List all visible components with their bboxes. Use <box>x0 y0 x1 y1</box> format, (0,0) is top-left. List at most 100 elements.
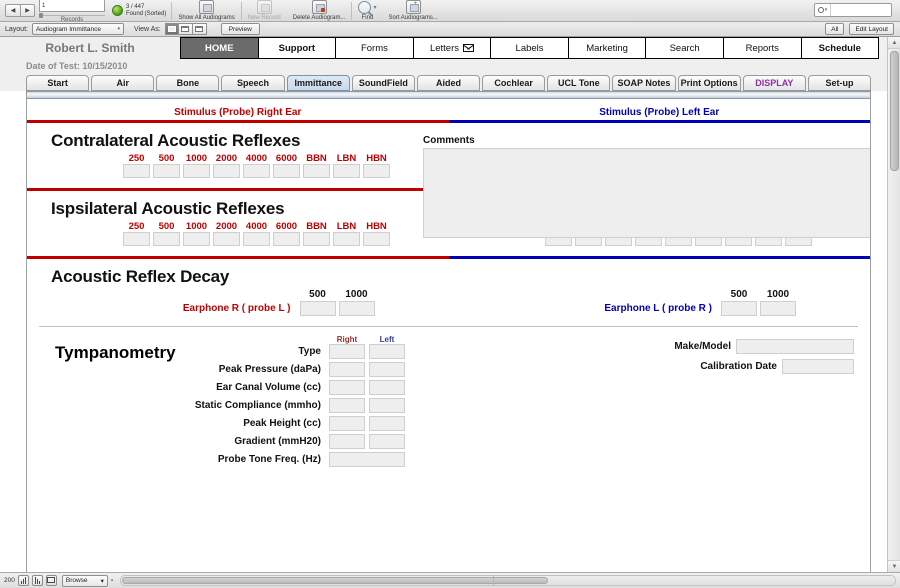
tymp-right-field[interactable] <box>329 434 365 449</box>
subtab-bone-label: Bone <box>176 78 200 88</box>
reflex-field[interactable] <box>333 164 360 178</box>
make-model-field[interactable] <box>736 339 854 354</box>
tymp-right-field[interactable] <box>329 362 365 377</box>
reflex-field[interactable] <box>183 164 210 178</box>
subtab-print-options[interactable]: Print Options <box>677 75 741 91</box>
tab-forms[interactable]: Forms <box>336 37 414 59</box>
edit-layout-button[interactable]: Edit Layout <box>849 23 894 35</box>
subtab-display[interactable]: DISPLAY <box>742 75 806 91</box>
reflex-field[interactable] <box>153 232 180 246</box>
reflex-field[interactable] <box>303 232 330 246</box>
tab-support[interactable]: Support <box>258 37 337 59</box>
view-as-form-button[interactable] <box>164 23 179 35</box>
calibration-date-field[interactable] <box>782 359 854 374</box>
new-record-button[interactable]: New Record <box>242 0 287 22</box>
delete-audiogram-button[interactable]: Delete Audiogram... <box>287 0 352 22</box>
vertical-scroll-thumb[interactable] <box>890 51 899 171</box>
tymp-left-field[interactable] <box>369 398 405 413</box>
reflex-field[interactable] <box>333 232 360 246</box>
reflex-field[interactable] <box>123 232 150 246</box>
next-record-button[interactable]: ▶ <box>20 4 35 17</box>
decay-field[interactable] <box>338 301 375 316</box>
tab-home[interactable]: HOME <box>180 37 259 59</box>
view-as-table-button[interactable] <box>192 23 207 35</box>
status-bar: 200 Browse ▾ ▪ <box>0 572 900 588</box>
quick-find-box[interactable]: ▾ <box>814 3 892 17</box>
subtab-cochlear[interactable]: Cochlear <box>482 75 546 91</box>
toggle-status-area-icon[interactable] <box>45 575 57 586</box>
find-button[interactable]: ▾ Find <box>352 0 382 22</box>
record-slider[interactable] <box>39 12 105 18</box>
tymp-right-field[interactable] <box>329 398 365 413</box>
reflex-field[interactable] <box>363 232 390 246</box>
scroll-down-icon[interactable]: ▼ <box>888 560 900 572</box>
reflex-field[interactable] <box>183 232 210 246</box>
tab-search[interactable]: Search <box>646 37 724 59</box>
subtab-soundfield[interactable]: SoundField <box>351 75 415 91</box>
scroll-up-icon[interactable]: ▲ <box>888 37 900 49</box>
preview-button[interactable]: Preview <box>220 23 260 35</box>
left-ear-rule <box>448 256 870 259</box>
all-button[interactable]: All <box>825 23 845 35</box>
tymp-col-left: Left <box>379 335 395 344</box>
reflex-field[interactable] <box>273 232 300 246</box>
tymp-right-field[interactable] <box>329 416 365 431</box>
reflex-field[interactable] <box>273 164 300 178</box>
tymp-left-field[interactable] <box>369 434 405 449</box>
vertical-scrollbar[interactable]: ▲ ▼ <box>887 37 900 572</box>
tab-reports[interactable]: Reports <box>723 37 802 59</box>
tab-schedule[interactable]: Schedule <box>801 37 880 59</box>
decay-field[interactable] <box>721 301 757 316</box>
zoom-in-icon[interactable] <box>31 575 43 586</box>
decay-left-group: Earphone L ( probe R ) 500 1000 <box>449 289 871 316</box>
reflex-field[interactable] <box>123 164 150 178</box>
zoom-out-icon[interactable] <box>17 575 29 586</box>
subtab-aided[interactable]: Aided <box>416 75 481 91</box>
tymp-left-field[interactable] <box>369 344 405 359</box>
reflex-field[interactable] <box>303 164 330 178</box>
decay-freq-header: 1000 <box>766 289 790 300</box>
tab-labels[interactable]: Labels <box>491 37 569 59</box>
tymp-left-field[interactable] <box>369 416 405 431</box>
tymp-right-field[interactable] <box>329 380 365 395</box>
tymp-row-label: Static Compliance (mmho) <box>194 400 321 411</box>
reflex-field[interactable] <box>213 164 240 178</box>
sort-audiograms-button[interactable]: + Sort Audiograms... <box>382 0 443 22</box>
subtab-ucl-tone[interactable]: UCL Tone <box>547 75 611 91</box>
subtab-start[interactable]: Start <box>26 75 90 91</box>
tab-marketing[interactable]: Marketing <box>568 37 647 59</box>
horizontal-scroll-thumb[interactable] <box>122 577 548 584</box>
reflex-field[interactable] <box>153 164 180 178</box>
tab-letters[interactable]: Letters <box>413 37 492 59</box>
tympanometry-section: Tympanometry Right Left Type Peak Pressu… <box>27 327 870 470</box>
reflex-field[interactable] <box>363 164 390 178</box>
freq-header: BBN <box>306 153 327 164</box>
layout-select[interactable]: Audiogram Immittance ▾ <box>31 23 124 35</box>
tymp-right-field[interactable] <box>329 344 365 359</box>
reflex-field[interactable] <box>243 164 270 178</box>
decay-field[interactable] <box>299 301 336 316</box>
comments-label: Comments <box>423 135 475 146</box>
subtab-soap-notes[interactable]: SOAP Notes <box>612 75 676 91</box>
record-number-input[interactable]: 1 <box>39 0 105 12</box>
subtab-air[interactable]: Air <box>91 75 155 91</box>
quick-find-input[interactable] <box>831 4 889 16</box>
tymp-left-field[interactable] <box>369 362 405 377</box>
horizontal-scrollbar[interactable] <box>120 575 896 586</box>
reflex-field[interactable] <box>243 232 270 246</box>
subtab-setup[interactable]: Set-up <box>807 75 872 91</box>
reflex-field[interactable] <box>213 232 240 246</box>
comments-textarea[interactable] <box>423 148 870 238</box>
subtab-speech[interactable]: Speech <box>221 75 285 91</box>
subtab-immittance[interactable]: Immittance <box>286 75 350 91</box>
tymp-left-field[interactable] <box>369 380 405 395</box>
subtab-bone[interactable]: Bone <box>156 75 220 91</box>
find-dropdown-arrow-icon[interactable]: ▾ <box>373 4 376 11</box>
decay-field[interactable] <box>760 301 796 316</box>
view-as-list-button[interactable] <box>178 23 193 35</box>
show-all-audiograms-button[interactable]: Show All Audiograms <box>172 0 240 22</box>
tymp-probe-tone-field[interactable] <box>329 452 405 467</box>
mode-select[interactable]: Browse ▾ <box>61 574 108 587</box>
freq-header: 500 <box>158 221 175 232</box>
previous-record-button[interactable]: ◀ <box>5 4 20 17</box>
